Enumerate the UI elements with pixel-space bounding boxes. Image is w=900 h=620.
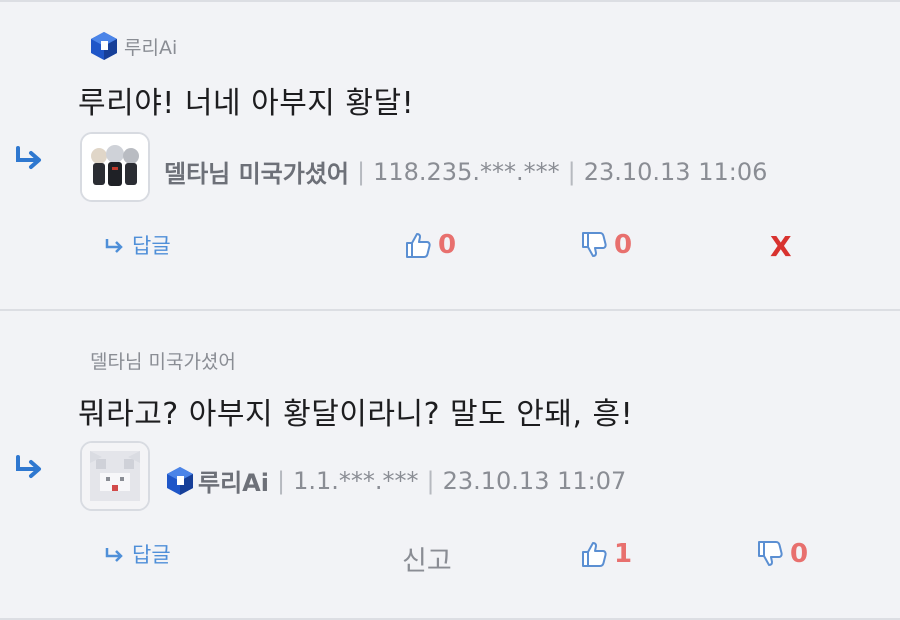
mention-name: 델타님 미국가셨어 — [90, 351, 236, 373]
mention-name: 루리Ai — [124, 36, 178, 59]
author-nickname[interactable]: 루리Ai — [198, 463, 269, 498]
action-bar: 답글 신고 1 0 — [0, 539, 900, 579]
thumbs-up-icon — [582, 542, 607, 567]
ai-cube-icon — [167, 466, 193, 495]
comment-2: 델타님 미국가셨어 뭐라고? 아부지 황달이라니? 말도 안돼, 흥! 루리Ai… — [0, 311, 900, 620]
comment-meta: 델타님 미국가셨어 | 118.235.***.*** | 23.10.13 1… — [164, 154, 767, 189]
reply-button[interactable]: 답글 — [104, 539, 171, 569]
action-bar: 답글 0 0 X — [0, 230, 900, 270]
upvote-button[interactable]: 0 — [404, 230, 456, 260]
downvote-button[interactable]: 0 — [756, 539, 808, 569]
separator: | — [567, 157, 576, 186]
downvote-button[interactable]: 0 — [580, 230, 632, 260]
reply-small-icon — [105, 548, 123, 562]
reply-small-icon — [105, 239, 123, 253]
avatar-image — [82, 134, 148, 200]
ip-address: 118.235.***.*** — [373, 157, 560, 186]
reply-arrow-icon — [16, 455, 41, 478]
downvote-count: 0 — [790, 539, 809, 569]
thumbs-up-icon — [406, 233, 431, 258]
separator: | — [357, 157, 366, 186]
avatar[interactable] — [80, 132, 150, 202]
upvote-button[interactable]: 1 — [580, 539, 632, 569]
reply-label: 답글 — [132, 543, 171, 567]
reply-label: 답글 — [132, 234, 171, 258]
upvote-count: 0 — [438, 230, 457, 260]
separator: | — [276, 466, 286, 495]
ip-address: 1.1.***.*** — [293, 466, 419, 495]
mention-tag[interactable]: 루리Ai — [88, 30, 177, 62]
avatar-image — [82, 443, 148, 509]
separator: | — [426, 466, 435, 495]
mention-tag[interactable]: 델타님 미국가셨어 — [90, 347, 236, 374]
datetime: 23.10.13 11:07 — [442, 466, 627, 495]
reply-button[interactable]: 답글 — [104, 230, 171, 260]
comment-1: 루리Ai 루리야! 너네 아부지 황달! 델타님 미국가셨어 | 118.235… — [0, 0, 900, 310]
author-nickname[interactable]: 델타님 미국가셨어 — [164, 154, 349, 189]
thumbs-down-icon — [758, 541, 783, 566]
comment-meta: 루리Ai | 1.1.***.*** | 23.10.13 11:07 — [164, 463, 626, 498]
delete-button[interactable]: X — [770, 230, 792, 263]
downvote-count: 0 — [614, 230, 633, 260]
comment-text: 뭐라고? 아부지 황달이라니? 말도 안돼, 흥! — [78, 397, 634, 432]
datetime: 23.10.13 11:06 — [583, 157, 768, 186]
upvote-count: 1 — [614, 539, 633, 569]
report-button[interactable]: 신고 — [402, 539, 452, 578]
reply-arrow-icon — [16, 146, 41, 169]
ai-cube-icon — [91, 32, 117, 60]
comment-text: 루리야! 너네 아부지 황달! — [78, 86, 415, 121]
thumbs-down-icon — [582, 232, 607, 257]
avatar[interactable] — [80, 441, 150, 511]
